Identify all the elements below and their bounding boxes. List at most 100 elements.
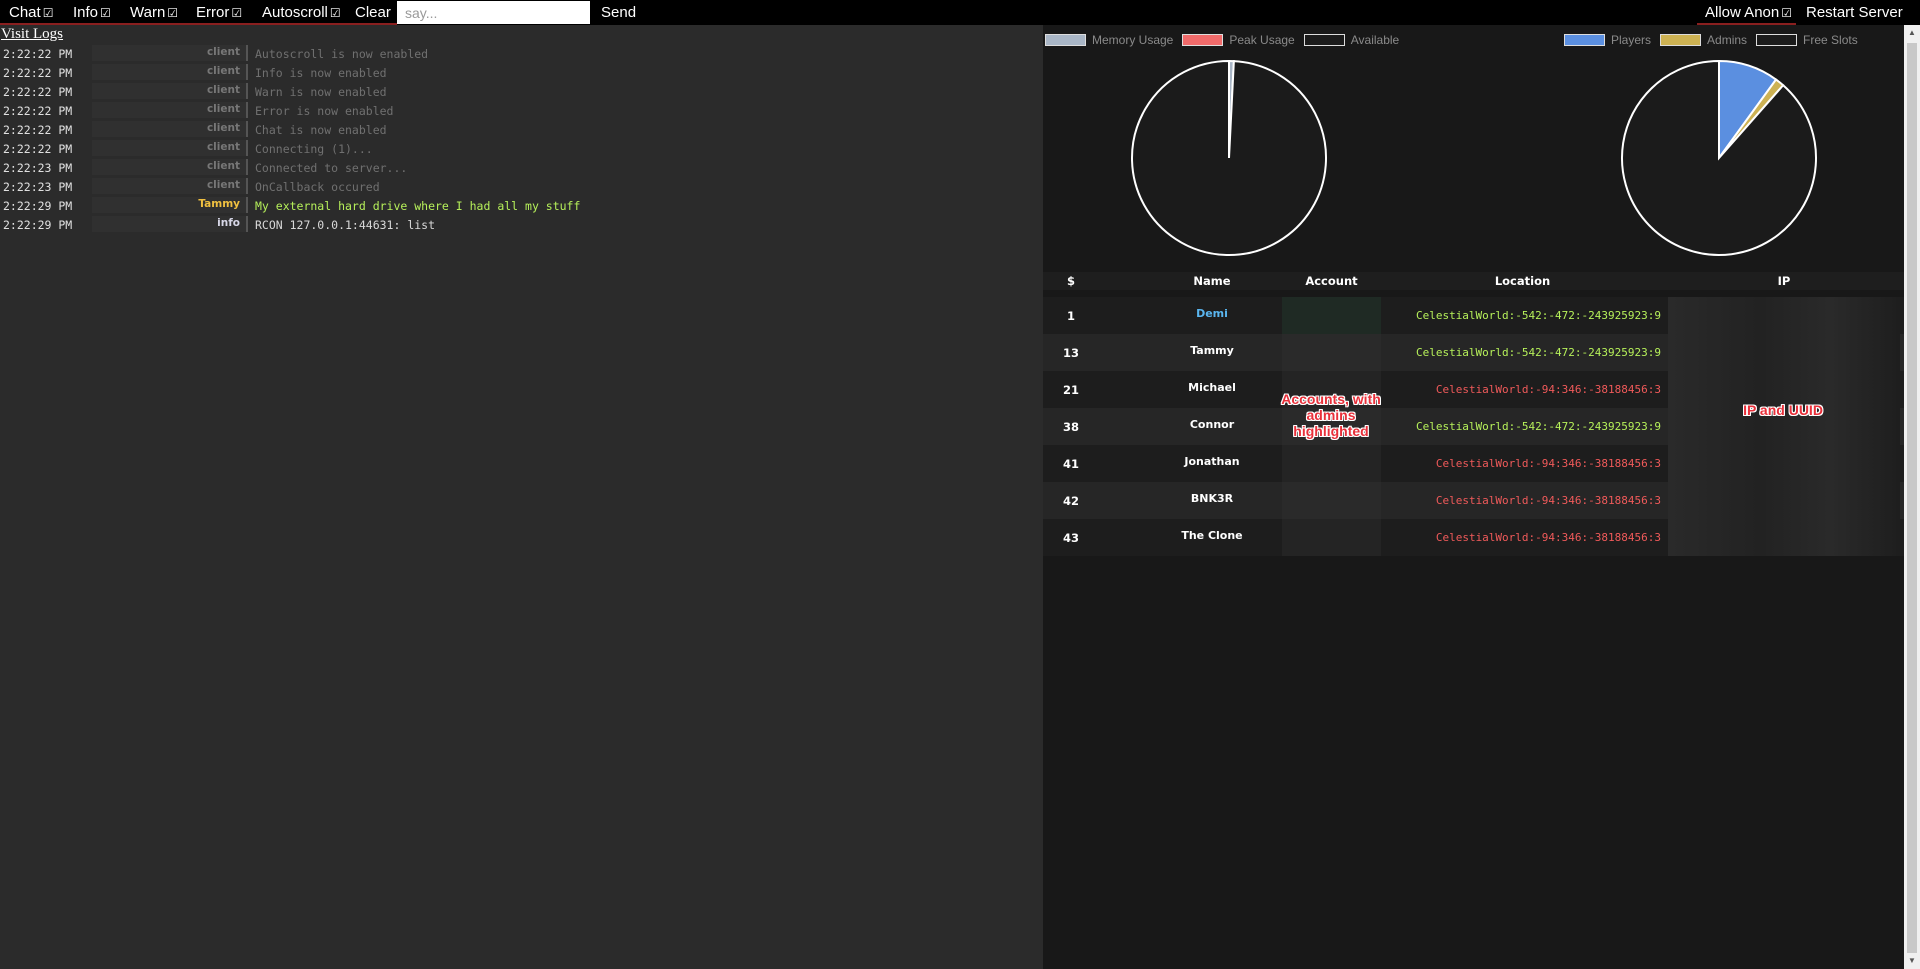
- player-number: 38: [1062, 420, 1079, 434]
- info-checkbox-icon: ☑: [100, 6, 111, 20]
- stats-pane: Memory Usage Peak Usage Available Player…: [1043, 25, 1904, 969]
- log-row: 2:22:29 PM Tammy My external hard drive wh…: [0, 196, 1043, 215]
- memory-usage-label: Memory Usage: [1092, 33, 1174, 47]
- log-source: Tammy: [92, 197, 248, 213]
- log-message: My external hard drive where I had all m…: [255, 199, 581, 213]
- memory-pie-chart: [1131, 59, 1327, 256]
- player-number: 1: [1066, 309, 1075, 323]
- ip-annotation: IP and UUID: [1743, 402, 1823, 418]
- info-toggle[interactable]: Info ☑: [73, 0, 111, 25]
- player-location: CelestialWorld:-542:-472:-243925923:9: [1415, 309, 1661, 322]
- log-source: client: [92, 45, 248, 61]
- restart-server-button[interactable]: Restart Server: [1806, 0, 1903, 25]
- info-toggle-label: Info: [73, 4, 99, 21]
- log-time: 2:22:22 PM: [3, 47, 73, 61]
- allow-anon-toggle[interactable]: Allow Anon ☑: [1705, 0, 1792, 25]
- player-location: CelestialWorld:-542:-472:-243925923:9: [1415, 346, 1661, 359]
- log-time: 2:22:22 PM: [3, 123, 73, 137]
- player-number: 43: [1062, 531, 1079, 545]
- log-time: 2:22:22 PM: [3, 85, 73, 99]
- legend-players: Players: [1564, 33, 1651, 47]
- scroll-thumb[interactable]: [1907, 43, 1917, 953]
- log-time: 2:22:23 PM: [3, 180, 73, 194]
- log-time: 2:22:29 PM: [3, 218, 73, 232]
- header-account: Account: [1305, 274, 1358, 288]
- log-row: 2:22:22 PM client Chat is now enabled: [0, 120, 1043, 139]
- error-checkbox-icon: ☑: [231, 6, 243, 20]
- ip-redacted-block: [1668, 297, 1900, 556]
- peak-usage-swatch: [1182, 34, 1224, 46]
- header-number: $: [1066, 274, 1075, 288]
- header-ip: IP: [1777, 274, 1791, 288]
- log-row: 2:22:23 PM client OnCallback occured: [0, 177, 1043, 196]
- player-number: 41: [1062, 457, 1079, 471]
- allow-anon-label: Allow Anon: [1705, 4, 1780, 21]
- free-slots-label: Free Slots: [1803, 33, 1858, 47]
- autoscroll-toggle[interactable]: Autoscroll ☑: [262, 0, 341, 25]
- player-number: 13: [1062, 346, 1079, 360]
- player-location: CelestialWorld:-94:346:-38188456:3: [1435, 383, 1661, 396]
- memory-pie-slice-available: [1131, 59, 1327, 256]
- admins-label: Admins: [1707, 33, 1748, 47]
- log-message: Chat is now enabled: [255, 123, 387, 137]
- log-row: 2:22:22 PM client Error is now enabled: [0, 101, 1043, 120]
- autoscroll-toggle-label: Autoscroll: [262, 4, 328, 21]
- log-row: 2:22:23 PM client Connected to server...: [0, 158, 1043, 177]
- log-source: client: [92, 178, 248, 194]
- available-label: Available: [1350, 33, 1400, 47]
- log-source: client: [92, 83, 248, 99]
- log-row: 2:22:29 PM info RCON 127.0.0.1:44631: list: [0, 215, 1043, 234]
- warn-toggle[interactable]: Warn ☑: [130, 0, 178, 25]
- player-location: CelestialWorld:-94:346:-38188456:3: [1435, 494, 1661, 507]
- player-number: 21: [1062, 383, 1079, 397]
- legend-admins: Admins: [1660, 33, 1747, 47]
- player-location: CelestialWorld:-94:346:-38188456:3: [1435, 457, 1661, 470]
- log-message: Connecting (1)...: [255, 142, 373, 156]
- chat-checkbox-icon: ☑: [42, 6, 54, 20]
- available-swatch: [1303, 34, 1345, 46]
- send-button[interactable]: Send: [601, 0, 636, 25]
- log-message: OnCallback occured: [255, 180, 380, 194]
- log-time: 2:22:29 PM: [3, 199, 73, 213]
- chat-toggle[interactable]: Chat ☑: [9, 0, 53, 25]
- toolbar: Chat ☑ Info ☑ Warn ☑ Error ☑ Autoscroll ☑ Cle…: [0, 0, 1920, 25]
- players-swatch: [1564, 34, 1605, 46]
- log-message: Info is now enabled: [255, 66, 387, 80]
- visit-logs-link[interactable]: Visit Logs: [1, 26, 63, 43]
- log-time: 2:22:22 PM: [3, 104, 73, 118]
- error-toggle[interactable]: Error ☑: [196, 0, 242, 25]
- player-number: 42: [1062, 494, 1079, 508]
- log-message: Warn is now enabled: [255, 85, 387, 99]
- players-pie-chart: [1621, 59, 1817, 256]
- log-time: 2:22:23 PM: [3, 161, 73, 175]
- player-location: CelestialWorld:-94:346:-38188456:3: [1435, 531, 1661, 544]
- players-legend: Players Admins Free Slots: [1564, 33, 1867, 47]
- log-row: 2:22:22 PM client Info is now enabled: [0, 63, 1043, 82]
- autoscroll-checkbox-icon: ☑: [329, 6, 341, 20]
- clear-button[interactable]: Clear: [355, 0, 391, 25]
- log-time: 2:22:22 PM: [3, 142, 73, 156]
- say-input[interactable]: [397, 1, 590, 24]
- legend-available: Available: [1303, 33, 1400, 47]
- log-pane: Visit Logs 2:22:22 PM client Autoscroll is…: [0, 25, 1043, 969]
- allow-anon-checkbox-icon: ☑: [1781, 6, 1792, 20]
- log-time: 2:22:22 PM: [3, 66, 73, 80]
- log-message: RCON 127.0.0.1:44631: list: [255, 218, 436, 232]
- player-account: [1282, 519, 1381, 556]
- player-account: [1282, 445, 1381, 482]
- legend-peak-usage: Peak Usage: [1182, 33, 1295, 47]
- free-slots-swatch: [1756, 34, 1798, 46]
- log-source: client: [92, 64, 248, 80]
- scroll-up-icon[interactable]: ▲: [1904, 25, 1920, 41]
- warn-toggle-label: Warn: [130, 4, 166, 21]
- log-source: info: [92, 216, 248, 232]
- scroll-down-icon[interactable]: ▼: [1904, 953, 1920, 969]
- scrollbar[interactable]: ▲ ▼: [1904, 25, 1920, 969]
- log-source: client: [92, 159, 248, 175]
- admins-swatch: [1660, 34, 1702, 46]
- legend-free-slots: Free Slots: [1756, 33, 1858, 47]
- players-table-header: $ Name Account Location IP: [1043, 272, 1904, 290]
- header-location: Location: [1494, 274, 1551, 288]
- player-location: CelestialWorld:-542:-472:-243925923:9: [1415, 420, 1661, 433]
- memory-usage-swatch: [1045, 34, 1086, 46]
